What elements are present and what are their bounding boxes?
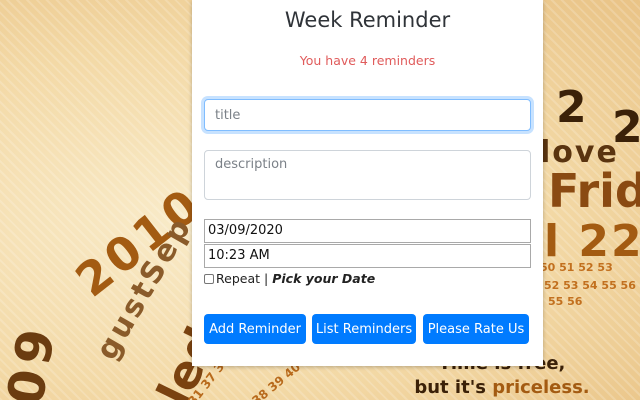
bg-number-row-2: 52 53 54 55 56 bbox=[544, 279, 636, 292]
bg-right-l22: l 22 bbox=[544, 216, 640, 267]
reminder-popup: Week Reminder You have 4 reminders 03/09… bbox=[192, 0, 543, 366]
repeat-separator: | bbox=[264, 271, 269, 286]
add-reminder-button[interactable]: Add Reminder bbox=[204, 314, 306, 344]
time-field[interactable]: 10:23 AM bbox=[204, 244, 531, 268]
bg-number-row-3: 55 56 bbox=[548, 295, 583, 308]
pick-date-label[interactable]: Pick your Date bbox=[272, 271, 375, 286]
repeat-row: Repeat | Pick your Date bbox=[204, 271, 375, 286]
repeat-label: Repeat bbox=[216, 271, 261, 286]
reminder-count-text: You have 4 reminders bbox=[299, 53, 436, 68]
bg-number-row-1: 50 51 52 53 bbox=[540, 261, 613, 274]
bg-quote-accent: priceless. bbox=[492, 377, 590, 398]
description-input[interactable] bbox=[204, 150, 531, 200]
date-field[interactable]: 03/09/2020 bbox=[204, 219, 531, 243]
title-input[interactable] bbox=[204, 99, 531, 131]
rate-us-button[interactable]: Please Rate Us bbox=[423, 314, 529, 344]
popup-title: Week Reminder bbox=[284, 8, 451, 32]
bg-right-num-a: 2 bbox=[556, 82, 587, 133]
list-reminders-button[interactable]: List Reminders bbox=[312, 314, 416, 344]
bg-quote-line-2: but it's priceless. bbox=[392, 376, 612, 400]
bg-quote-prefix: but it's bbox=[414, 377, 493, 398]
bg-year-short: 09 bbox=[0, 318, 68, 400]
repeat-checkbox[interactable] bbox=[204, 273, 214, 284]
bg-word-frid: Frid bbox=[548, 164, 640, 218]
